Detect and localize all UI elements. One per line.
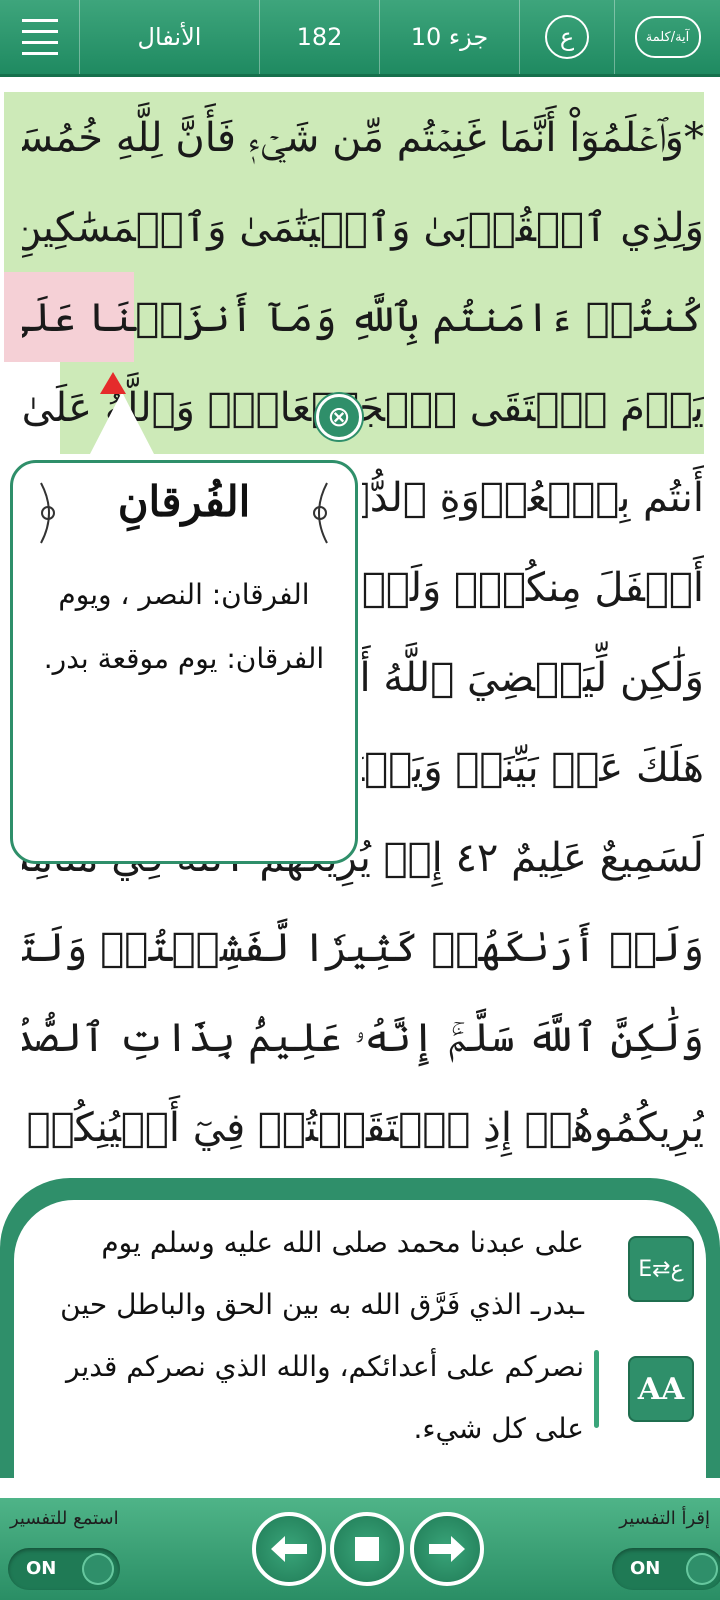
next-button[interactable] bbox=[410, 1512, 484, 1586]
quran-line-3[interactable]: كُنتُمۡ ءَامَنتُم بِٱللَّهِ وَمَآ أَنزَل… bbox=[22, 272, 704, 364]
tafsir-mode-button[interactable]: ع bbox=[520, 0, 615, 74]
quran-line-1[interactable]: *وَٱعۡلَمُوٓاْ أَنَّمَا غَنِمۡتُم مِّن ش… bbox=[22, 92, 704, 184]
toggle-knob bbox=[82, 1553, 114, 1585]
quran-line-11[interactable]: وَلَٰكِنَّ ٱللَّهَ سَلَّمَۚ إِنَّهُۥ عَل… bbox=[22, 992, 704, 1084]
quran-line-2[interactable]: وَلِذِي ٱلۡقُرۡبَىٰ وَٱلۡيَتَٰمَىٰ وَٱلۡ… bbox=[22, 182, 704, 274]
ayn-icon: ع bbox=[545, 15, 589, 59]
mode-badge: آية/كلمة bbox=[634, 16, 701, 58]
popup-pointer bbox=[90, 392, 154, 454]
sura-name[interactable]: الأنفال bbox=[80, 0, 260, 74]
quran-line-6[interactable]: أَسۡفَلَ مِنكُمۡۚ وَلَوۡ تَوَاعَدۡ bbox=[362, 542, 704, 634]
translate-button[interactable]: E⇄ع bbox=[628, 1236, 694, 1302]
listen-tafsir-label: استمع للتفسير bbox=[10, 1508, 119, 1529]
stop-icon bbox=[355, 1537, 379, 1561]
tafsir-panel: على عبدنا محمد صلى الله عليه وسلم يوم ـب… bbox=[0, 1178, 720, 1490]
listen-tafsir-toggle[interactable]: ON bbox=[8, 1548, 120, 1590]
toggle-state: ON bbox=[630, 1558, 661, 1579]
word-meaning-popup: الفُرقانِ الفرقان: النصر ، ويوم الفرقان:… bbox=[10, 460, 358, 864]
stop-button[interactable] bbox=[330, 1512, 404, 1586]
arrow-right-icon bbox=[429, 1536, 465, 1562]
toggle-state: ON bbox=[26, 1558, 57, 1579]
read-tafsir-toggle[interactable]: ON bbox=[612, 1548, 720, 1590]
font-size-button[interactable]: AA bbox=[628, 1356, 694, 1422]
quran-line-8[interactable]: هَلَكَ عَنۢ بَيِّنَةٖ وَيَحۡيَىٰ مَنۡ bbox=[362, 722, 704, 814]
quran-line-7[interactable]: وَلَٰكِن لِّيَقۡضِيَ ٱللَّهُ أَمۡرٗا bbox=[362, 632, 704, 724]
tafsir-content: على عبدنا محمد صلى الله عليه وسلم يوم ـب… bbox=[14, 1200, 706, 1490]
top-bar: الأنفال 182 جزء 10 ع آية/كلمة bbox=[0, 0, 720, 77]
tafsir-text[interactable]: على عبدنا محمد صلى الله عليه وسلم يوم ـب… bbox=[44, 1212, 584, 1460]
ayah-word-mode-button[interactable]: آية/كلمة bbox=[615, 0, 720, 74]
popup-word-meaning: الفرقان: النصر ، ويوم الفرقان: يوم موقعة… bbox=[43, 578, 325, 675]
page-number[interactable]: 182 bbox=[260, 0, 380, 74]
tafsir-scrollbar[interactable] bbox=[594, 1350, 599, 1428]
quran-line-10[interactable]: وَلَوۡ أَرَىٰكَهُمۡ كَثِيرٗا لَّفَشِلۡتُ… bbox=[22, 902, 704, 994]
juz-label[interactable]: جزء 10 bbox=[380, 0, 520, 74]
arrow-left-icon bbox=[271, 1536, 307, 1562]
menu-button[interactable] bbox=[0, 0, 80, 74]
quran-line-5[interactable]: أَنتُم بِٱلۡعُدۡوَةِ ٱلدُّنۡيَا وَهُم بِ bbox=[362, 452, 704, 544]
toggle-knob bbox=[686, 1553, 718, 1585]
popup-pointer-tip bbox=[100, 372, 126, 394]
quran-line-12[interactable]: يُرِيكُمُوهُمۡ إِذِ ٱلۡتَقَيۡتُمۡ فِيٓ أ… bbox=[22, 1082, 704, 1174]
close-popup-button[interactable]: ⊗ bbox=[316, 394, 362, 440]
read-tafsir-label: إقرأ التفسير bbox=[619, 1508, 710, 1529]
popup-word-title: الفُرقانِ bbox=[117, 477, 251, 526]
bottom-bar: استمع للتفسير إقرأ التفسير ON ON bbox=[0, 1498, 720, 1600]
previous-button[interactable] bbox=[252, 1512, 326, 1586]
hamburger-icon bbox=[21, 15, 58, 59]
